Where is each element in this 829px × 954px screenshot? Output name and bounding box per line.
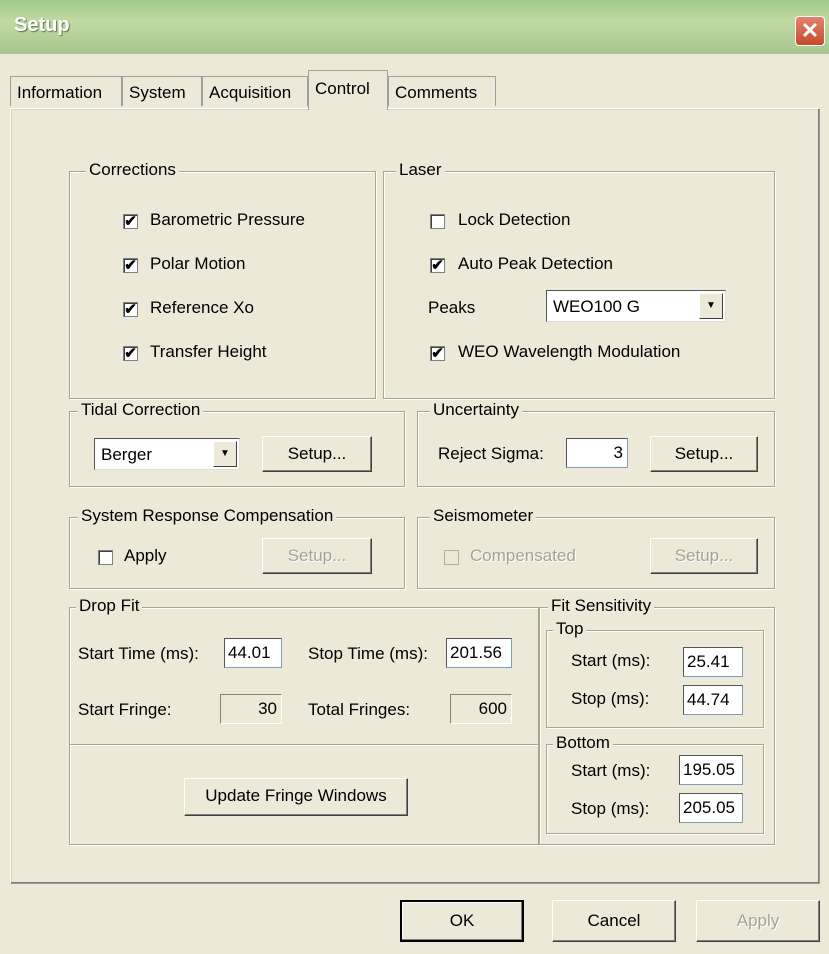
tidal-model-value: Berger [101,445,153,464]
tidal-model-dropdown[interactable]: Berger ▼ [94,438,240,470]
total-fringes-label: Total Fringes: [308,700,411,719]
peaks-value: WEO100 G [553,297,640,316]
polar-motion-checkbox[interactable]: ✔ [123,258,138,273]
seismometer-setup-button[interactable]: Setup... [650,538,758,574]
barometric-pressure-checkbox[interactable]: ✔ [123,214,138,229]
close-button[interactable]: ✕ [795,16,825,46]
bottom-start-field[interactable]: 195.05 [679,755,743,785]
reject-sigma-field[interactable]: 3 [566,438,628,468]
corrections-group: Corrections ✔ Barometric Pressure ✔ Pola… [69,160,376,399]
stop-time-field[interactable]: 201.56 [446,638,512,668]
apply-compensation-checkbox[interactable] [98,550,113,565]
control-tab-panel: Corrections ✔ Barometric Pressure ✔ Pola… [10,108,820,884]
start-fringe-value: 30 [220,694,282,724]
compensated-checkbox[interactable] [444,550,459,565]
title-bar[interactable]: Setup ✕ [0,0,829,54]
system-response-title: System Response Compensation [78,506,337,526]
drop-fit-group: Drop Fit Start Time (ms): 44.01 Stop Tim… [69,596,539,845]
tidal-correction-title: Tidal Correction [78,400,204,420]
drop-fit-divider [70,744,538,746]
fit-top-group: Top Start (ms): 25.41 Stop (ms): 44.74 [546,619,764,728]
seismometer-title: Seismometer [430,506,537,526]
bottom-stop-field[interactable]: 205.05 [679,793,743,823]
compensated-label: Compensated [470,546,576,565]
reference-xo-checkbox[interactable]: ✔ [123,302,138,317]
laser-group: Laser Lock Detection ✔ Auto Peak Detecti… [383,160,775,399]
chevron-down-icon[interactable]: ▼ [699,293,723,319]
fit-bottom-title: Bottom [553,733,613,753]
apply-compensation-label: Apply [124,546,167,565]
reject-sigma-label: Reject Sigma: [438,444,544,463]
weo-modulation-label: WEO Wavelength Modulation [458,342,681,361]
auto-peak-detection-label: Auto Peak Detection [458,254,613,273]
weo-modulation-checkbox[interactable]: ✔ [430,346,445,361]
reference-xo-label: Reference Xo [150,298,254,317]
start-time-label: Start Time (ms): [78,644,199,663]
polar-motion-label: Polar Motion [150,254,246,273]
transfer-height-label: Transfer Height [150,342,267,361]
peaks-dropdown[interactable]: WEO100 G ▼ [546,290,726,322]
ok-button[interactable]: OK [400,900,524,942]
start-time-field[interactable]: 44.01 [224,638,282,668]
lock-detection-label: Lock Detection [458,210,571,229]
update-fringe-windows-button[interactable]: Update Fringe Windows [184,778,408,816]
drop-fit-title: Drop Fit [76,596,143,616]
tidal-setup-button[interactable]: Setup... [262,436,372,472]
bottom-start-label: Start (ms): [571,761,651,780]
auto-peak-detection-checkbox[interactable]: ✔ [430,258,445,273]
stop-time-label: Stop Time (ms): [308,644,428,663]
apply-button[interactable]: Apply [696,900,820,942]
uncertainty-title: Uncertainty [430,400,522,420]
uncertainty-group: Uncertainty Reject Sigma: 3 Setup... [417,400,775,487]
top-start-label: Start (ms): [571,651,651,670]
uncertainty-setup-button[interactable]: Setup... [650,436,758,472]
srs-setup-button[interactable]: Setup... [262,538,372,574]
corrections-title: Corrections [86,160,179,180]
start-fringe-label: Start Fringe: [78,700,172,719]
tidal-correction-group: Tidal Correction Berger ▼ Setup... [69,400,405,487]
fit-bottom-group: Bottom Start (ms): 195.05 Stop (ms): 205… [546,733,764,834]
top-start-field[interactable]: 25.41 [683,647,743,677]
laser-title: Laser [396,160,445,180]
peaks-label: Peaks [428,298,476,317]
chevron-down-icon[interactable]: ▼ [213,441,237,467]
tab-acquisition[interactable]: Acquisition [202,76,308,106]
tab-control[interactable]: Control [308,70,388,110]
tab-information[interactable]: Information [10,76,122,106]
tab-system[interactable]: System [122,76,202,106]
system-response-group: System Response Compensation Apply Setup… [69,506,405,589]
fit-top-title: Top [553,619,587,639]
total-fringes-value: 600 [450,694,512,724]
barometric-pressure-label: Barometric Pressure [150,210,305,229]
window-title: Setup [14,14,70,36]
setup-dialog: Setup ✕ Information System Acquisition C… [0,0,829,954]
fit-sensitivity-group: Fit Sensitivity Top Start (ms): 25.41 St… [539,596,775,845]
fit-sensitivity-title: Fit Sensitivity [548,596,655,616]
transfer-height-checkbox[interactable]: ✔ [123,346,138,361]
top-stop-label: Stop (ms): [571,689,650,708]
bottom-stop-label: Stop (ms): [571,799,650,818]
lock-detection-checkbox[interactable] [430,214,445,229]
tab-comments[interactable]: Comments [388,76,496,106]
top-stop-field[interactable]: 44.74 [683,685,743,715]
cancel-button[interactable]: Cancel [552,900,676,942]
seismometer-group: Seismometer Compensated Setup... [417,506,775,589]
